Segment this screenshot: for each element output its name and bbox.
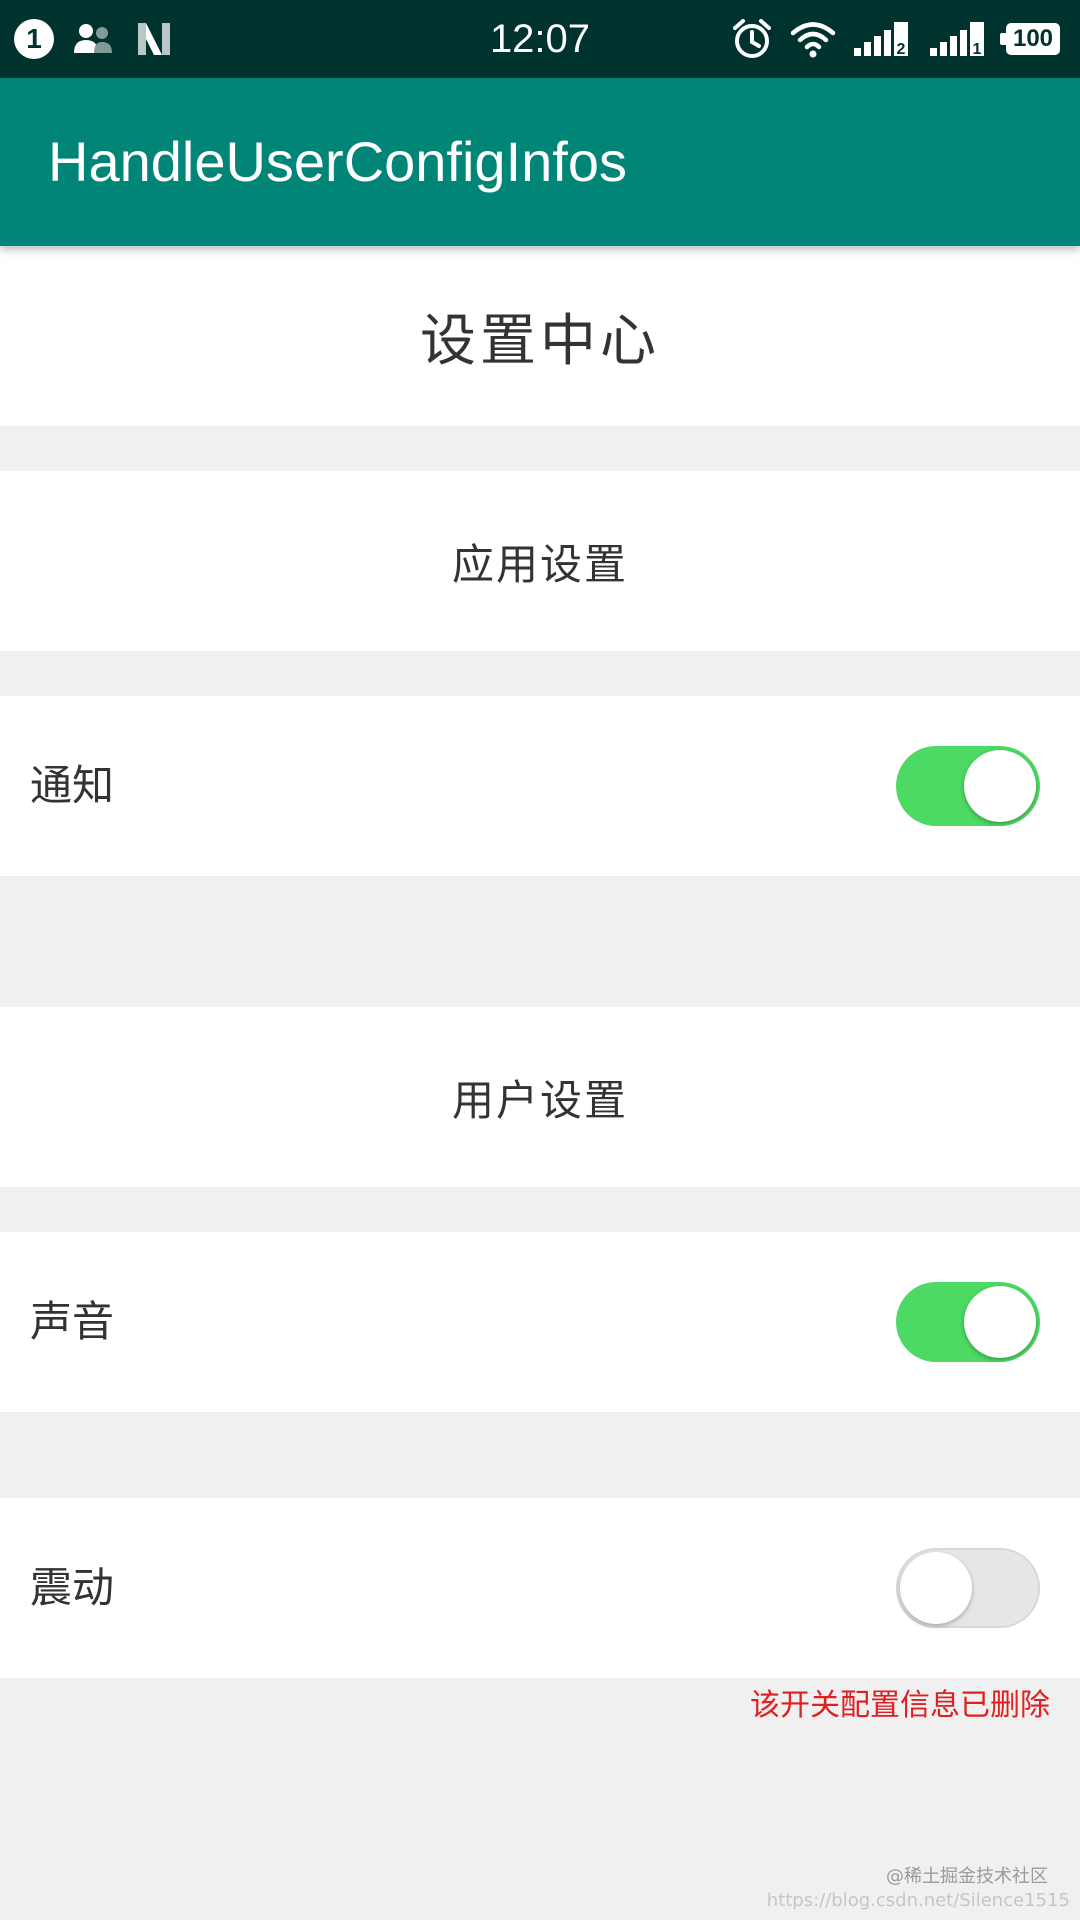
sound-label: 声音 xyxy=(30,1297,115,1346)
alarm-icon xyxy=(733,19,771,58)
app-bar: HandleUserConfigInfos xyxy=(0,78,1080,246)
settings-row-vibration[interactable]: 震动 xyxy=(0,1498,1080,1678)
contacts-icon xyxy=(74,24,112,53)
signal-icon: 2 xyxy=(854,22,908,58)
status-right-icons: 2 1 100 xyxy=(732,16,1060,62)
vibration-toggle[interactable] xyxy=(896,1548,1040,1628)
page-title-card: 设置中心 xyxy=(0,246,1080,426)
app-title: HandleUserConfigInfos xyxy=(48,130,627,193)
watermark-community: @稀土掘金技术社区 xyxy=(886,1866,1048,1887)
notification-toggle[interactable] xyxy=(896,746,1040,826)
section-header-app-settings: 应用设置 xyxy=(0,471,1080,651)
status-bar: 1 12:07 2 1 100 xyxy=(0,0,1080,78)
section-title-app-settings: 应用设置 xyxy=(451,539,628,589)
notification-count-icon: 1 xyxy=(14,19,54,59)
settings-row-sound[interactable]: 声音 xyxy=(0,1232,1080,1412)
page-title: 设置中心 xyxy=(420,308,660,374)
status-left-icons: 1 xyxy=(14,18,174,60)
notification-label: 通知 xyxy=(30,761,115,810)
toggle-knob xyxy=(900,1552,972,1624)
signal-icon: 1 xyxy=(930,22,984,58)
watermark-url: https://blog.csdn.net/Silence1515 xyxy=(766,1890,1070,1911)
section-header-user-settings: 用户设置 xyxy=(0,1007,1080,1187)
toggle-knob xyxy=(964,750,1036,822)
n-logo-icon xyxy=(138,23,170,55)
battery-icon: 100 xyxy=(1000,23,1060,55)
vibration-label: 震动 xyxy=(30,1563,115,1612)
sound-toggle[interactable] xyxy=(896,1282,1040,1362)
settings-row-notification[interactable]: 通知 xyxy=(0,696,1080,876)
sim2-label: 1 xyxy=(973,41,982,58)
section-title-user-settings: 用户设置 xyxy=(451,1075,628,1125)
deleted-config-warning: 该开关配置信息已删除 xyxy=(750,1688,1050,1723)
toggle-knob xyxy=(964,1286,1036,1358)
sim1-label: 2 xyxy=(897,41,906,58)
wifi-icon xyxy=(790,22,836,58)
